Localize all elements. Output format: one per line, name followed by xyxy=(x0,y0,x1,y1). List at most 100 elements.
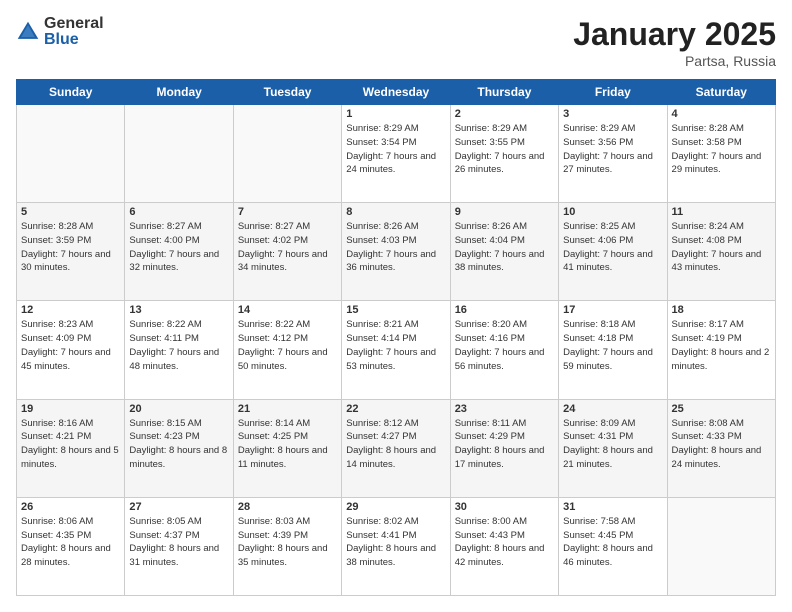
sunset-text: Sunset: 4:21 PM xyxy=(21,430,120,444)
day-number: 7 xyxy=(238,206,337,218)
day-info: Sunrise: 8:29 AMSunset: 3:55 PMDaylight:… xyxy=(455,122,554,177)
daylight-text: Daylight: 7 hours and 45 minutes. xyxy=(21,346,120,374)
sunrise-text: Sunrise: 8:15 AM xyxy=(129,417,228,431)
day-info: Sunrise: 8:27 AMSunset: 4:00 PMDaylight:… xyxy=(129,220,228,275)
col-sunday: Sunday xyxy=(17,80,125,105)
daylight-text: Daylight: 8 hours and 17 minutes. xyxy=(455,444,554,472)
title-block: January 2025 Partsa, Russia xyxy=(573,16,776,69)
day-info: Sunrise: 8:00 AMSunset: 4:43 PMDaylight:… xyxy=(455,515,554,570)
daylight-text: Daylight: 7 hours and 38 minutes. xyxy=(455,248,554,276)
table-row: 1Sunrise: 8:29 AMSunset: 3:54 PMDaylight… xyxy=(342,105,450,203)
sunset-text: Sunset: 4:25 PM xyxy=(238,430,337,444)
page-header: General Blue January 2025 Partsa, Russia xyxy=(16,16,776,69)
sunrise-text: Sunrise: 8:27 AM xyxy=(238,220,337,234)
sunrise-text: Sunrise: 7:58 AM xyxy=(563,515,662,529)
daylight-text: Daylight: 7 hours and 34 minutes. xyxy=(238,248,337,276)
day-number: 20 xyxy=(129,403,228,415)
sunset-text: Sunset: 4:09 PM xyxy=(21,332,120,346)
day-info: Sunrise: 8:26 AMSunset: 4:04 PMDaylight:… xyxy=(455,220,554,275)
table-row: 19Sunrise: 8:16 AMSunset: 4:21 PMDayligh… xyxy=(17,399,125,497)
day-info: Sunrise: 8:24 AMSunset: 4:08 PMDaylight:… xyxy=(672,220,771,275)
sunrise-text: Sunrise: 8:21 AM xyxy=(346,318,445,332)
table-row: 28Sunrise: 8:03 AMSunset: 4:39 PMDayligh… xyxy=(233,497,341,595)
sunset-text: Sunset: 4:06 PM xyxy=(563,234,662,248)
table-row: 11 Sunrise: 8:24 AMSunset: 4:08 PMDayligh… xyxy=(667,203,775,301)
sunrise-text: Sunrise: 8:27 AM xyxy=(129,220,228,234)
day-number: 23 xyxy=(455,403,554,415)
table-row: 23Sunrise: 8:11 AMSunset: 4:29 PMDayligh… xyxy=(450,399,558,497)
day-number: 14 xyxy=(238,304,337,316)
day-info: Sunrise: 8:02 AMSunset: 4:41 PMDaylight:… xyxy=(346,515,445,570)
table-row: 16Sunrise: 8:20 AMSunset: 4:16 PMDayligh… xyxy=(450,301,558,399)
day-number: 26 xyxy=(21,501,120,513)
day-info: Sunrise: 8:27 AMSunset: 4:02 PMDaylight:… xyxy=(238,220,337,275)
sunrise-text: Sunrise: 8:18 AM xyxy=(563,318,662,332)
daylight-text: Daylight: 7 hours and 53 minutes. xyxy=(346,346,445,374)
daylight-text: Daylight: 7 hours and 30 minutes. xyxy=(21,248,120,276)
logo: General Blue xyxy=(16,16,104,48)
daylight-text: Daylight: 7 hours and 27 minutes. xyxy=(563,150,662,178)
sunrise-text: Sunrise: 8:17 AM xyxy=(672,318,771,332)
day-number: 15 xyxy=(346,304,445,316)
day-info: Sunrise: 8:14 AMSunset: 4:25 PMDaylight:… xyxy=(238,417,337,472)
sunrise-text: Sunrise: 8:22 AM xyxy=(129,318,228,332)
day-number: 31 xyxy=(563,501,662,513)
day-info: Sunrise: 8:05 AMSunset: 4:37 PMDaylight:… xyxy=(129,515,228,570)
table-row: 10Sunrise: 8:25 AMSunset: 4:06 PMDayligh… xyxy=(559,203,667,301)
day-number: 16 xyxy=(455,304,554,316)
daylight-text: Daylight: 7 hours and 43 minutes. xyxy=(672,248,771,276)
sunset-text: Sunset: 4:37 PM xyxy=(129,529,228,543)
table-row: 21Sunrise: 8:14 AMSunset: 4:25 PMDayligh… xyxy=(233,399,341,497)
col-tuesday: Tuesday xyxy=(233,80,341,105)
daylight-text: Daylight: 8 hours and 42 minutes. xyxy=(455,542,554,570)
sunrise-text: Sunrise: 8:24 AM xyxy=(672,220,771,234)
sunrise-text: Sunrise: 8:25 AM xyxy=(563,220,662,234)
logo-general-text: General xyxy=(44,16,104,32)
table-row: 31Sunrise: 7:58 AMSunset: 4:45 PMDayligh… xyxy=(559,497,667,595)
daylight-text: Daylight: 8 hours and 2 minutes. xyxy=(672,346,771,374)
day-number: 3 xyxy=(563,108,662,120)
day-number: 22 xyxy=(346,403,445,415)
calendar-header-row: Sunday Monday Tuesday Wednesday Thursday… xyxy=(17,80,776,105)
sunset-text: Sunset: 4:18 PM xyxy=(563,332,662,346)
table-row: 12Sunrise: 8:23 AMSunset: 4:09 PMDayligh… xyxy=(17,301,125,399)
daylight-text: Daylight: 7 hours and 59 minutes. xyxy=(563,346,662,374)
sunrise-text: Sunrise: 8:22 AM xyxy=(238,318,337,332)
calendar-table: Sunday Monday Tuesday Wednesday Thursday… xyxy=(16,79,776,596)
table-row: 9 Sunrise: 8:26 AMSunset: 4:04 PMDaylight… xyxy=(450,203,558,301)
sunrise-text: Sunrise: 8:28 AM xyxy=(21,220,120,234)
sunset-text: Sunset: 4:03 PM xyxy=(346,234,445,248)
sunrise-text: Sunrise: 8:09 AM xyxy=(563,417,662,431)
day-number: 9 xyxy=(455,206,554,218)
sunrise-text: Sunrise: 8:23 AM xyxy=(21,318,120,332)
day-info: Sunrise: 8:29 AMSunset: 3:56 PMDaylight:… xyxy=(563,122,662,177)
day-number: 10 xyxy=(563,206,662,218)
table-row xyxy=(667,497,775,595)
sunrise-text: Sunrise: 8:11 AM xyxy=(455,417,554,431)
table-row: 2Sunrise: 8:29 AMSunset: 3:55 PMDaylight… xyxy=(450,105,558,203)
table-row xyxy=(17,105,125,203)
daylight-text: Daylight: 8 hours and 8 minutes. xyxy=(129,444,228,472)
table-row: 20 Sunrise: 8:15 AMSunset: 4:23 PMDayligh… xyxy=(125,399,233,497)
day-info: Sunrise: 8:21 AMSunset: 4:14 PMDaylight:… xyxy=(346,318,445,373)
sunrise-text: Sunrise: 8:16 AM xyxy=(21,417,120,431)
sunrise-text: Sunrise: 8:29 AM xyxy=(455,122,554,136)
day-number: 11 xyxy=(672,206,771,218)
sunrise-text: Sunrise: 8:03 AM xyxy=(238,515,337,529)
sunset-text: Sunset: 3:59 PM xyxy=(21,234,120,248)
sunset-text: Sunset: 3:55 PM xyxy=(455,136,554,150)
sunrise-text: Sunrise: 8:28 AM xyxy=(672,122,771,136)
daylight-text: Daylight: 7 hours and 26 minutes. xyxy=(455,150,554,178)
table-row: 7 Sunrise: 8:27 AMSunset: 4:02 PMDaylight… xyxy=(233,203,341,301)
table-row: 29Sunrise: 8:02 AMSunset: 4:41 PMDayligh… xyxy=(342,497,450,595)
day-info: Sunrise: 8:06 AMSunset: 4:35 PMDaylight:… xyxy=(21,515,120,570)
sunset-text: Sunset: 4:23 PM xyxy=(129,430,228,444)
month-title: January 2025 xyxy=(573,16,776,53)
daylight-text: Daylight: 8 hours and 35 minutes. xyxy=(238,542,337,570)
logo-blue-text: Blue xyxy=(44,32,104,48)
day-info: Sunrise: 8:23 AMSunset: 4:09 PMDaylight:… xyxy=(21,318,120,373)
daylight-text: Daylight: 7 hours and 36 minutes. xyxy=(346,248,445,276)
table-row: 30Sunrise: 8:00 AMSunset: 4:43 PMDayligh… xyxy=(450,497,558,595)
sunset-text: Sunset: 3:54 PM xyxy=(346,136,445,150)
table-row: 27Sunrise: 8:05 AMSunset: 4:37 PMDayligh… xyxy=(125,497,233,595)
